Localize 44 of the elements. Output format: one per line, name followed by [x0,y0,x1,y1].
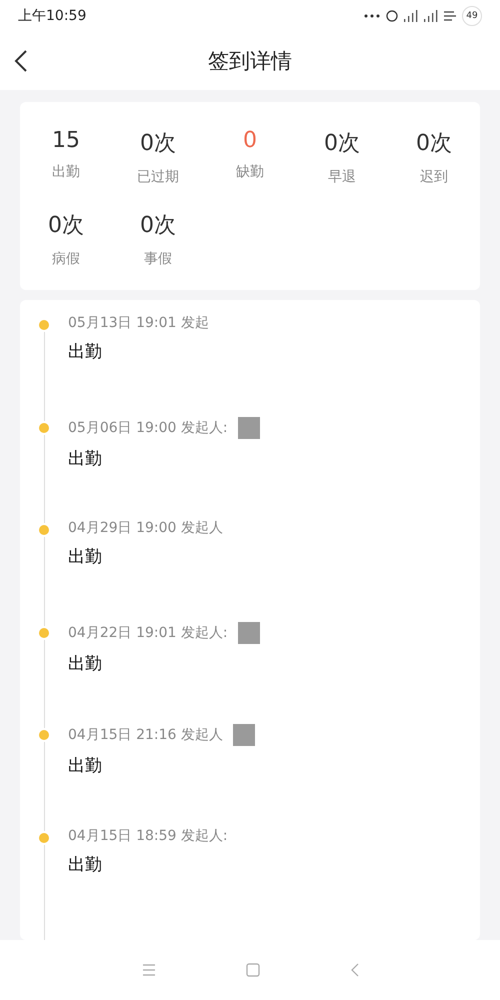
entry-status: 出勤 [68,448,103,470]
timeline-dot [39,730,49,740]
stat-label: 事假 [144,250,172,268]
signal-icon [424,10,438,22]
entry-time: 05月13日 19:01 发起 [68,314,209,332]
stat-value: 0次 [48,212,84,240]
timeline-dot [39,628,49,638]
status-time: 上午10:59 [18,7,86,25]
redaction-block [232,724,255,746]
stat-label: 出勤 [52,163,80,181]
menu-icon[interactable] [142,964,156,976]
entry-status: 出勤 [68,854,103,876]
stat-label: 迟到 [420,168,448,186]
stat-value: 15 [52,128,80,153]
stat-label: 已过期 [137,168,179,186]
entry-status: 出勤 [68,755,103,777]
entry-time: 05月06日 19:00 发起人: [68,418,228,436]
timeline-dot [39,525,49,535]
timeline-dot [39,422,49,432]
page-title: 签到详情 [208,48,292,75]
entry-time: 04月29日 19:00 发起人 [68,519,223,537]
entry-time: 04月22日 19:01 发起人: [68,624,228,642]
stat-value: 0次 [416,130,452,158]
entry-status: 出勤 [68,652,103,674]
stat-label: 早退 [328,168,356,186]
battery-indicator: 49 [462,6,482,26]
stat-value: 0次 [324,130,360,158]
more-icon [364,14,380,18]
signal-icon [404,10,418,22]
stat-label: 缺勤 [236,163,264,181]
home-icon[interactable] [246,963,260,977]
entry-time: 04月15日 21:16 发起人 [68,726,223,744]
stat-value: 0 [243,128,257,153]
entry-status: 出勤 [68,546,103,568]
redaction-block [238,622,260,644]
entry-status: 出勤 [68,341,103,363]
stat-label: 病假 [52,250,80,268]
timeline-dot [39,832,49,842]
stat-value: 0次 [140,130,176,158]
timeline-dot [39,320,49,330]
back-icon[interactable] [350,963,358,977]
redaction-block [238,416,260,438]
stat-value: 0次 [140,212,176,240]
entry-time: 04月15日 18:59 发起人: [68,826,228,844]
